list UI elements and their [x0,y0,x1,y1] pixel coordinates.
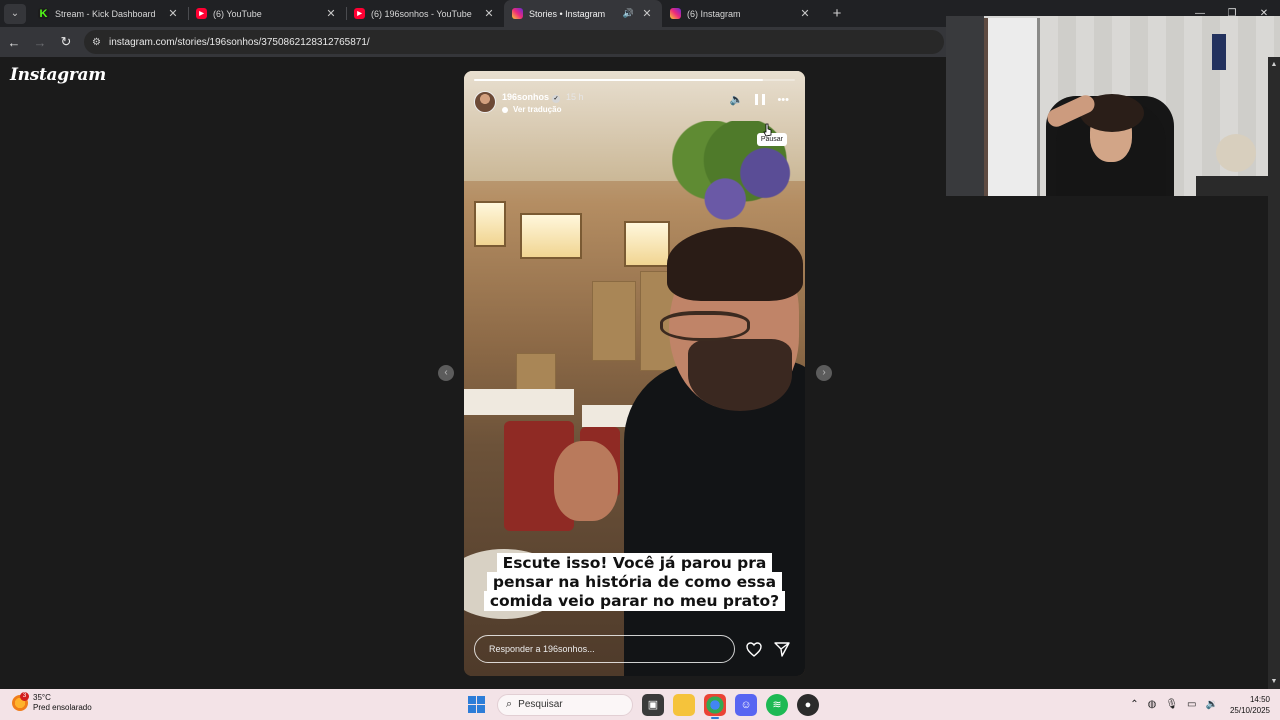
send-icon[interactable] [773,640,791,658]
display-icon[interactable]: ▭ [1187,699,1196,710]
tab-kick-dashboard[interactable]: K Stream - Kick Dashboard ✕ [30,0,188,27]
close-icon[interactable]: ✕ [166,7,180,20]
system-tray: ⌃ ◍ 🎙 ▭ 🔉 14:50 25/10/2025 [1121,692,1270,717]
browser-toolbar: ← → ↻ ⚙ instagram.com/stories/196sonhos/… [0,27,946,57]
page-scrollbar[interactable]: ▲ ▼ [1268,57,1280,689]
story-controls: 🔈 ••• [718,93,789,107]
reply-bar [474,634,795,664]
close-icon[interactable]: ✕ [798,7,812,20]
tab-youtube[interactable]: ▶ (6) YouTube ✕ [188,0,346,27]
search-placeholder: Pesquisar [518,699,563,710]
plus-icon: + [832,5,842,22]
story-viewer[interactable]: 196sonhos ✓ 15 h Ver tradução 🔈 ••• Pausar… [464,71,805,676]
chevron-right-icon: › [822,367,826,378]
taskbar-apps: ⌕ Pesquisar ▣ ☺ ≋ ● [468,693,819,719]
back-arrow-icon[interactable]: ← [2,35,26,50]
close-icon[interactable]: ✕ [482,7,496,20]
reload-icon[interactable]: ↻ [54,34,78,50]
globe-icon [502,106,508,113]
story-header: 196sonhos ✓ 15 h Ver tradução 🔈 ••• Pausar [474,89,795,146]
more-options-icon[interactable]: ••• [777,94,789,106]
windows-start-icon[interactable] [468,696,485,713]
close-icon[interactable]: ✕ [640,7,654,20]
clock-date: 25/10/2025 [1229,705,1270,715]
taskbar-search[interactable]: ⌕ Pesquisar [497,693,633,716]
story-time-ago: 15 h [566,92,584,102]
tab-title: Stories • Instagram [529,8,606,19]
tab-instagram[interactable]: (6) Instagram ✕ [662,0,820,27]
tab-title: (6) 196sonhos - YouTube [371,8,472,19]
discord-icon[interactable]: ☺ [735,693,757,716]
tab-search-menu-button[interactable]: ⌄ [4,3,26,24]
story-caption: Escute isso! Você já parou pra pensar na… [464,553,805,611]
chevron-down-icon: ⌄ [10,8,20,19]
caption-line: pensar na história de como essa [486,572,783,592]
tab-title: Stream - Kick Dashboard [55,8,156,19]
speaker-icon[interactable]: 🔉 [1206,699,1218,710]
verified-badge-icon: ✓ [552,95,561,103]
tab-196sonhos-youtube[interactable]: ▶ (6) 196sonhos - YouTube ✕ [346,0,504,27]
speaker-icon[interactable]: 🔊 [623,8,634,19]
weather-temperature: 35°C [33,693,51,702]
instagram-logo[interactable]: Instagram [10,65,106,85]
tab-title: (6) YouTube [213,8,262,19]
pointer-cursor-icon [763,123,772,137]
close-icon[interactable]: ✕ [324,7,338,20]
spotify-icon[interactable]: ≋ [766,693,788,716]
clock-time: 14:50 [1249,694,1270,704]
scroll-down-icon[interactable]: ▼ [1270,678,1278,685]
obs-icon[interactable]: ● [797,693,819,716]
task-view-icon[interactable]: ▣ [642,693,664,716]
windows-taskbar: 3 35°C Pred ensolarado ⌕ Pesquisar ▣ ☺ ≋… [0,689,1280,720]
clock[interactable]: 14:50 25/10/2025 [1230,694,1270,716]
youtube-icon: ▶ [196,8,207,19]
username-text: 196sonhos [502,92,550,102]
next-story-button[interactable]: › [816,365,832,381]
url-text: instagram.com/stories/196sonhos/37508621… [108,36,370,48]
new-tab-button[interactable]: + [826,5,848,22]
sun-icon: 3 [12,692,29,711]
pause-icon[interactable] [755,94,766,105]
tab-stories-instagram[interactable]: Stories • Instagram 🔊 ✕ [504,0,662,27]
weather-description: Pred ensolarado [33,703,92,712]
heart-icon[interactable] [745,640,763,658]
forward-arrow-icon[interactable]: → [28,35,52,50]
file-explorer-icon[interactable] [673,693,695,716]
volume-icon[interactable]: 🔈 [730,93,744,106]
reply-input[interactable] [474,635,735,663]
site-info-icon[interactable]: ⚙ [92,37,101,48]
avatar[interactable] [474,91,496,113]
webcam-overlay [946,16,1280,196]
previous-story-button[interactable]: ‹ [438,365,454,381]
instagram-icon [512,8,523,19]
notification-badge: 3 [20,692,29,701]
caption-line: Escute isso! Você já parou pra [496,553,773,573]
translate-link[interactable]: Ver tradução [502,105,561,114]
story-progress-bar [474,79,795,81]
story-username[interactable]: 196sonhos ✓ 15 h [502,92,584,103]
youtube-icon: ▶ [354,8,365,19]
tray-app-icon[interactable]: ◍ [1148,699,1157,710]
caption-line: comida veio parar no meu prato? [483,591,786,611]
address-bar[interactable]: ⚙ instagram.com/stories/196sonhos/375086… [84,30,944,54]
translate-label: Ver tradução [513,105,562,114]
kick-icon: K [38,7,49,20]
microphone-icon[interactable]: 🎙 [1165,699,1178,710]
chrome-icon[interactable] [704,693,726,719]
tab-title: (6) Instagram [687,8,741,19]
story-progress-fill [474,79,763,81]
search-icon: ⌕ [506,698,513,710]
instagram-icon [670,8,681,19]
scroll-up-icon[interactable]: ▲ [1270,61,1278,68]
chevron-left-icon: ‹ [444,367,448,378]
chevron-up-icon[interactable]: ⌃ [1130,699,1138,710]
weather-widget[interactable]: 3 35°C Pred ensolarado [12,692,92,713]
